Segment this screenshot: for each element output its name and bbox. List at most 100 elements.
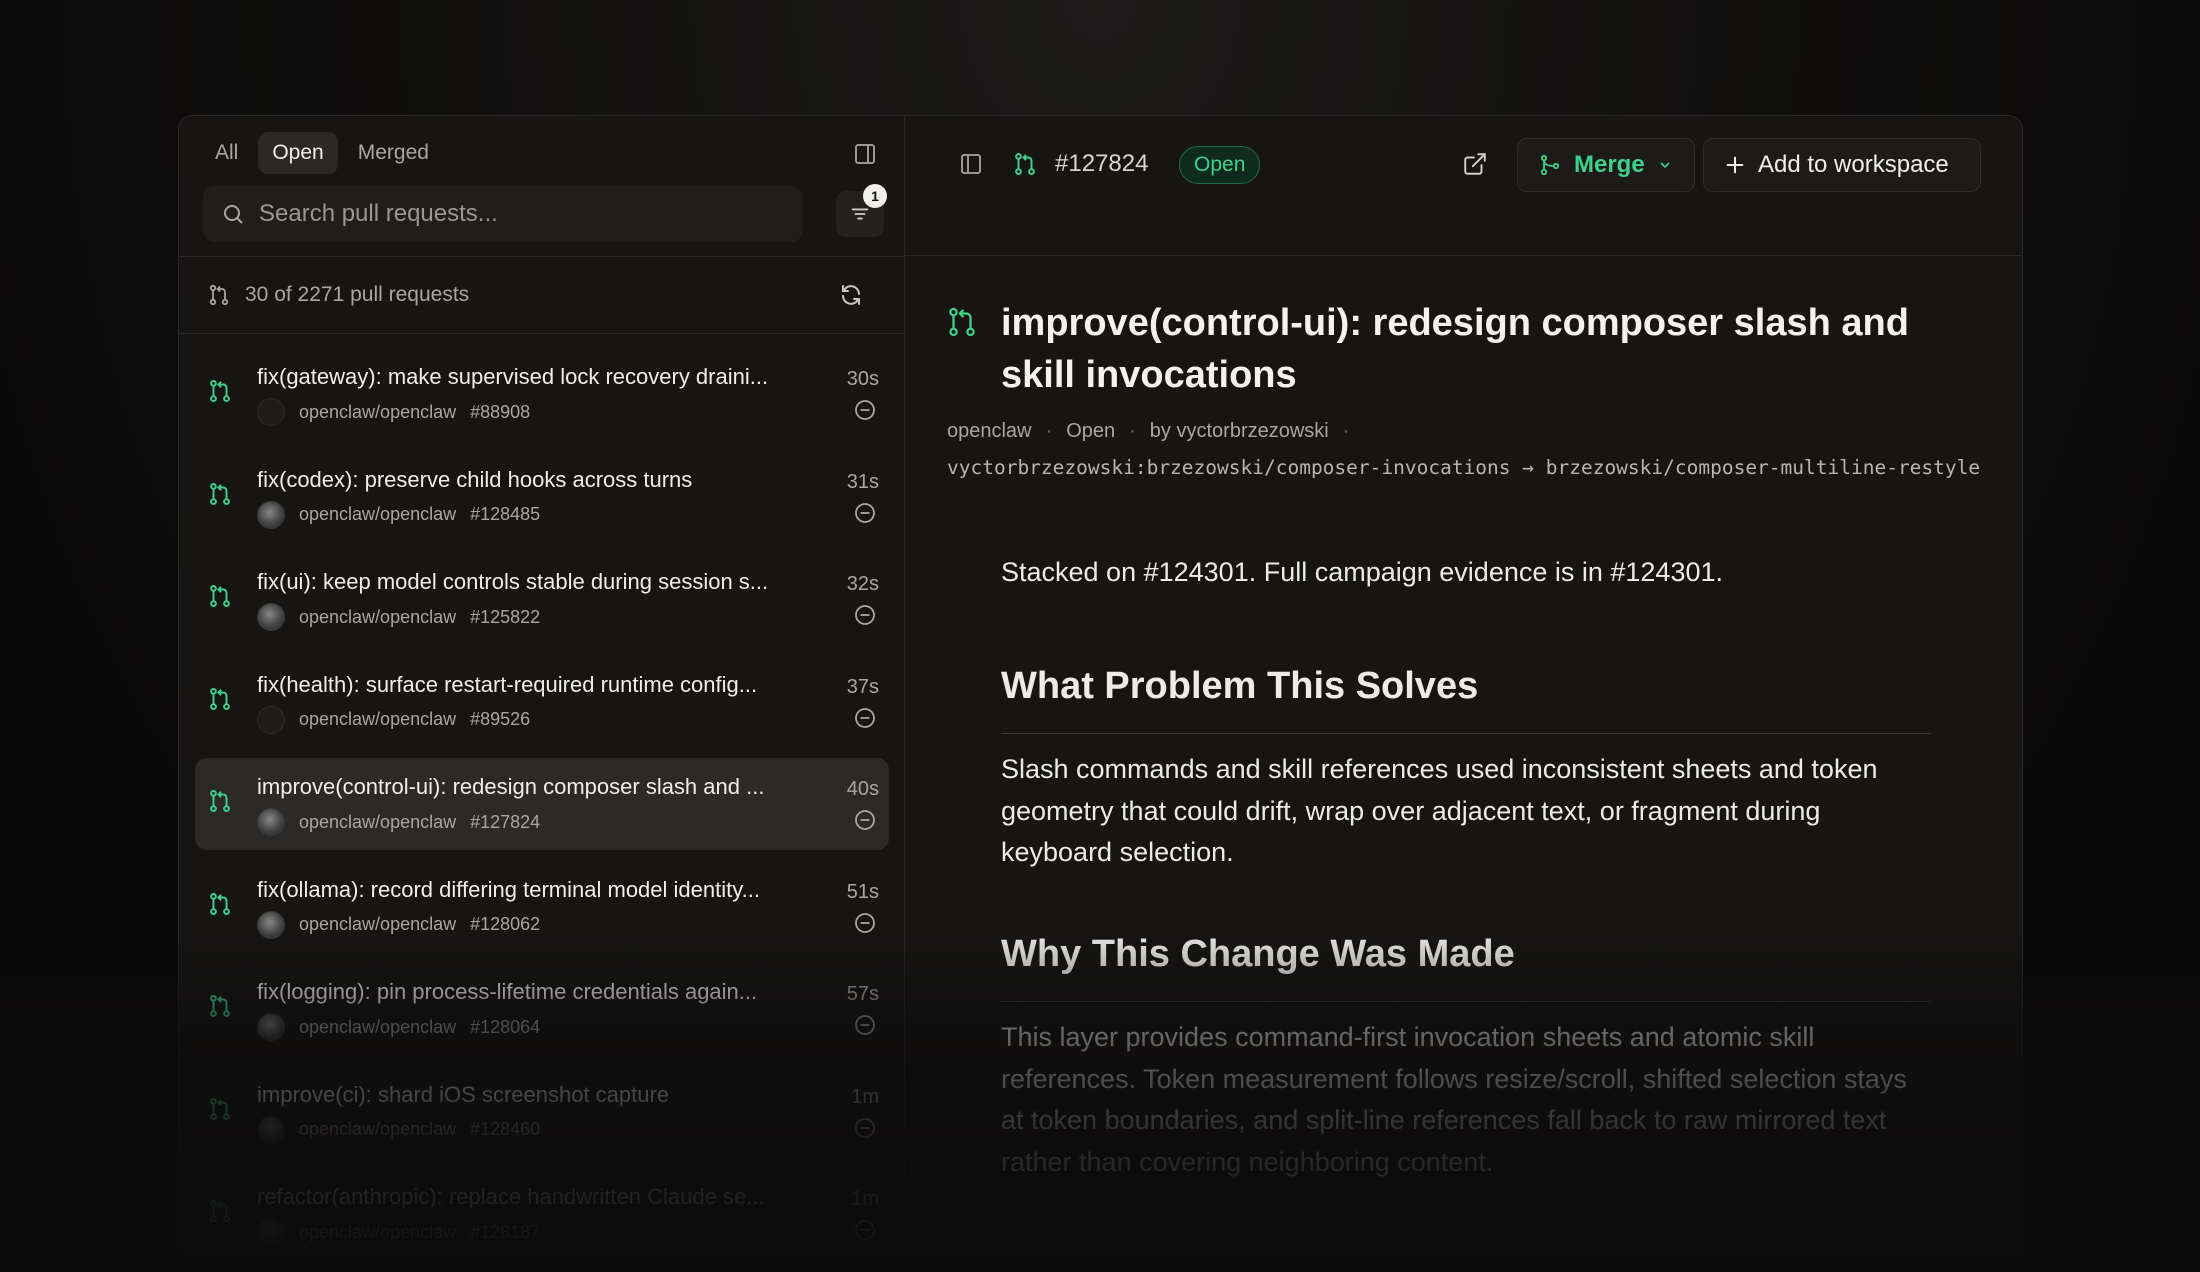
pr-item-meta: openclaw/openclaw #128064 <box>257 1013 540 1041</box>
search-input[interactable] <box>259 200 779 228</box>
separator-dot: · <box>1129 420 1136 442</box>
pull-request-open-icon <box>207 583 233 614</box>
pr-list: fix(gateway): make supervised lock recov… <box>195 348 889 1271</box>
pull-request-open-icon <box>207 993 233 1024</box>
pr-item-repo: openclaw/openclaw <box>299 504 457 524</box>
pr-item-title: improve(control-ui): redesign composer s… <box>257 774 765 799</box>
minus-circle-icon <box>853 398 877 427</box>
pull-request-open-icon <box>207 891 233 922</box>
pr-item-time: 32s <box>846 573 879 595</box>
pr-list-item[interactable]: fix(codex): preserve child hooks across … <box>195 451 889 543</box>
heading-divider <box>1001 1001 1931 1002</box>
pr-item-time: 31s <box>846 470 879 493</box>
pull-request-open-icon <box>207 788 233 819</box>
pr-list-item[interactable]: refactor(anthropic): replace handwritten… <box>195 1168 889 1260</box>
pr-item-repo: openclaw/openclaw <box>299 401 457 422</box>
plus-icon <box>1726 156 1744 174</box>
pr-item-meta: openclaw/openclaw #128062 <box>257 910 541 939</box>
pr-sidebar: All Open Merged 1 30 of 2271 pull reques… <box>179 116 905 1272</box>
pr-list-item[interactable]: fix(ollama): record differing terminal m… <box>195 861 889 953</box>
pr-item-repo: openclaw/openclaw <box>299 1119 457 1139</box>
pr-item-repo: openclaw/openclaw <box>299 1016 457 1037</box>
toggle-list-button[interactable] <box>953 146 989 182</box>
pull-request-open-icon <box>949 307 975 337</box>
minus-circle-icon <box>853 706 877 735</box>
pr-list-item[interactable]: fix(ui): keep model controls stable duri… <box>195 553 889 645</box>
pr-item-title: fix(ollama): record differing terminal m… <box>257 876 760 902</box>
refresh-button[interactable] <box>833 277 869 313</box>
search-icon <box>224 205 243 224</box>
tab-open[interactable]: Open <box>258 132 338 174</box>
pr-list-item[interactable]: fix(logging): pin process-lifetime crede… <box>195 963 889 1055</box>
pr-item-title: fix(logging): pin process-lifetime crede… <box>257 979 758 1004</box>
separator-dot: · <box>1045 420 1053 442</box>
toggle-sidebar-button[interactable] <box>847 136 883 172</box>
pr-item-meta: openclaw/openclaw #127824 <box>257 808 540 836</box>
pr-list-item[interactable]: improve(control-ui): redesign composer s… <box>195 758 889 850</box>
pr-item-meta: openclaw/openclaw #125822 <box>257 603 540 631</box>
status-badge: Open <box>1179 146 1261 184</box>
pr-number: #127824 <box>1055 150 1149 177</box>
pr-item-time: 1m <box>851 1085 879 1108</box>
pr-item-repo: openclaw/openclaw <box>299 1221 457 1242</box>
separator-dot: · <box>1342 420 1350 442</box>
repo-link[interactable]: openclaw <box>947 420 1032 443</box>
paragraph-problem: Slash commands and skill references used… <box>1001 754 1878 867</box>
pr-item-title: fix(health): surface restart-required ru… <box>257 671 758 697</box>
avatar <box>257 500 285 529</box>
pr-item-meta: openclaw/openclaw #128187 <box>257 1218 540 1246</box>
tab-all[interactable]: All <box>201 132 252 174</box>
pr-list-item[interactable]: fix(health): surface restart-required ru… <box>195 656 889 748</box>
pr-item-number: #125822 <box>470 606 541 627</box>
pr-list-item[interactable]: fix(gateway): make supervised lock recov… <box>195 348 889 440</box>
app-window: All Open Merged 1 30 of 2271 pull reques… <box>178 115 2023 1272</box>
minus-circle-icon <box>853 603 877 632</box>
pr-list-item[interactable]: improve(ci): shard iOS screenshot captur… <box>195 1066 889 1158</box>
pr-detail: improve(control-ui): redesign composer s… <box>905 257 2022 1272</box>
pr-item-number: #128064 <box>470 1016 541 1037</box>
pr-item-title: fix(gateway): make supervised lock recov… <box>257 364 769 389</box>
pull-request-open-icon <box>207 378 233 409</box>
pr-item-number: #89526 <box>470 709 531 729</box>
add-to-workspace-button[interactable]: Add to workspace <box>1703 138 1981 192</box>
pr-item-number: #88908 <box>470 401 531 422</box>
pr-item-time: 1m <box>851 1188 879 1210</box>
panel-right-icon <box>855 144 875 164</box>
avatar <box>257 910 285 939</box>
merge-icon <box>1540 154 1560 176</box>
filter-icon <box>851 208 869 220</box>
pr-item-repo: openclaw/openclaw <box>299 606 457 627</box>
minus-circle-icon <box>853 501 877 530</box>
pr-item-number: #128187 <box>470 1221 541 1242</box>
merge-button[interactable]: Merge <box>1517 138 1695 192</box>
pull-request-open-icon <box>207 481 233 512</box>
pr-item-number: #128062 <box>470 914 541 934</box>
pull-request-open-icon <box>207 686 233 717</box>
pr-title: improve(control-ui): redesign composer s… <box>1001 302 1909 396</box>
add-to-workspace-label: Add to workspace <box>1758 151 1949 178</box>
heading-divider <box>1001 733 1931 734</box>
pull-request-open-icon <box>1015 153 1035 175</box>
external-link-icon <box>1464 153 1486 175</box>
pr-item-time: 51s <box>846 880 879 903</box>
pr-item-repo: openclaw/openclaw <box>299 709 457 729</box>
search-box[interactable] <box>203 186 803 242</box>
pr-count-text: 30 of 2271 pull requests <box>245 283 470 306</box>
avatar <box>257 1218 285 1246</box>
filter-tabs: All Open Merged <box>201 132 443 174</box>
merge-label: Merge <box>1574 151 1645 178</box>
minus-circle-icon <box>853 911 877 940</box>
avatar <box>257 603 285 631</box>
pr-item-number: #127824 <box>470 811 541 832</box>
minus-circle-icon <box>853 1218 877 1247</box>
pr-item-meta: openclaw/openclaw #128485 <box>257 500 540 529</box>
pr-state: Open <box>1066 420 1116 442</box>
pr-item-title: refactor(anthropic): replace handwritten… <box>257 1184 765 1209</box>
avatar <box>257 1115 285 1144</box>
pr-item-repo: openclaw/openclaw <box>299 914 457 934</box>
chevron-down-icon <box>1660 162 1670 169</box>
author-link[interactable]: by vyctorbrzezowski <box>1150 420 1329 443</box>
filter-count-badge: 1 <box>863 184 887 208</box>
open-external-button[interactable] <box>1457 146 1493 182</box>
tab-merged[interactable]: Merged <box>344 132 443 174</box>
